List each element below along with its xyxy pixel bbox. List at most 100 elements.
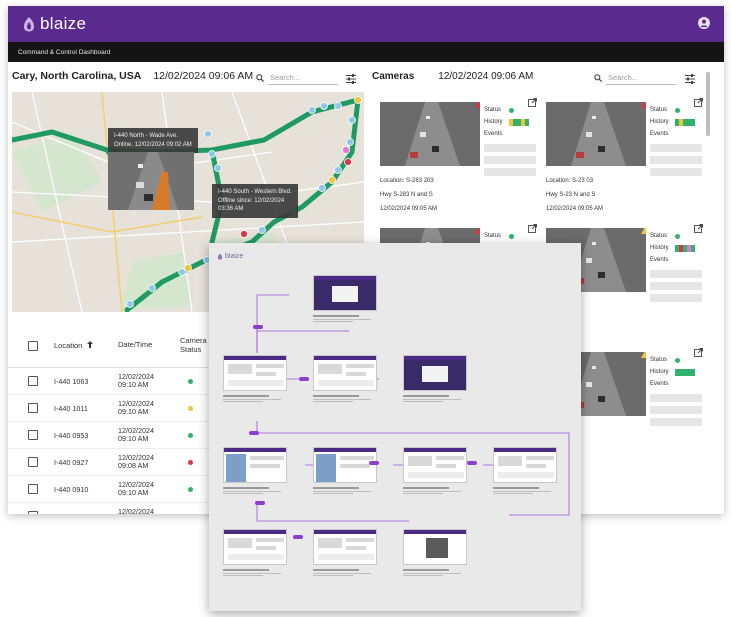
card-time: 12/02/2024 09:05 AM (546, 206, 604, 212)
open-external-icon[interactable] (528, 224, 537, 233)
blaize-logo-icon (24, 17, 34, 32)
camera-feed-image[interactable] (380, 102, 480, 166)
camera-feed-image[interactable] (546, 102, 646, 166)
filter-sliders-icon[interactable] (345, 73, 357, 85)
row-datetime: 12/02/202409:10 AM (118, 506, 154, 514)
row-location: I-440 0843 (54, 512, 118, 515)
flow-caption-lines (223, 487, 287, 494)
traffic-camera-image (108, 152, 194, 210)
row-datetime: 12/02/202409:10 AM (118, 425, 154, 443)
card-time: 12/02/2024 09:05 AM (380, 206, 438, 212)
flow-connector-label (249, 431, 259, 435)
datetime-column-header[interactable]: Date/Time (118, 341, 180, 350)
alert-icon (641, 228, 646, 234)
flow-screen-thumbnail (223, 447, 287, 483)
row-location: I-440 1011 (54, 403, 88, 413)
open-external-icon[interactable] (528, 98, 537, 107)
event-slot (650, 168, 702, 176)
status-dot (675, 107, 681, 113)
camera-info: StatusHistoryEvents (650, 230, 706, 302)
flow-connector-label (467, 461, 477, 465)
status-dot (188, 432, 193, 438)
flow-caption-lines (403, 487, 467, 494)
open-external-icon[interactable] (694, 224, 703, 233)
row-checkbox[interactable] (28, 457, 38, 467)
map-search-input[interactable]: Search... (270, 73, 300, 82)
flow-screen-thumbnail (313, 355, 377, 391)
row-checkbox[interactable] (28, 376, 38, 386)
camera-tooltip-offline: I-440 South - Western Blvd. Offline sinc… (212, 184, 298, 218)
flow-caption-lines (493, 487, 557, 494)
alert-icon (641, 352, 646, 358)
event-slot (650, 418, 702, 426)
composite-image: blaize Command & Control Dashboard Cary,… (0, 0, 731, 617)
card-road: Hwy S-283 N and S (380, 192, 433, 198)
status-dot (188, 459, 193, 465)
event-slot (484, 156, 536, 164)
user-account-icon[interactable] (698, 17, 710, 29)
row-datetime: 12/02/202409:10 AM (118, 398, 154, 416)
row-location: I-440 0953 (54, 430, 89, 440)
status-dot (509, 233, 515, 239)
status-column-header[interactable]: Camera Status (180, 336, 210, 354)
flow-screen-thumbnail (223, 529, 287, 565)
event-slot (650, 394, 702, 402)
event-slot (650, 406, 702, 414)
map-header: Cary, North Carolina, USA 12/02/2024 09:… (8, 62, 360, 90)
flow-caption-lines (313, 395, 377, 402)
cameras-scrollbar[interactable] (706, 72, 710, 136)
row-status (180, 459, 210, 465)
flow-connector-label (255, 501, 265, 505)
row-location: I-440 0927 (54, 457, 89, 467)
camera-card[interactable]: Status History Events Location: S-283 203 Hw… (380, 98, 540, 222)
row-datetime: 12/02/2024 09:08 AM (118, 452, 154, 470)
cameras-datetime: 12/02/2024 09:06 AM (438, 70, 534, 82)
map-search[interactable]: Search... (256, 73, 338, 85)
camera-tooltip-online: I-440 North - Wade Ave. Online, 12/02/20… (108, 128, 198, 153)
card-road: Hwy S-23 N and S (546, 192, 596, 198)
location-column-header[interactable]: Location (54, 341, 118, 350)
brand-name: blaize (40, 14, 87, 33)
status-dot (675, 233, 681, 239)
row-status (180, 405, 210, 411)
row-status (180, 432, 210, 438)
card-location: Location: S-283 203 (380, 178, 434, 184)
row-checkbox[interactable] (28, 403, 38, 413)
history-row: History (650, 116, 706, 128)
flow-screen-thumbnail (313, 275, 377, 311)
cameras-search-input[interactable]: Search... (608, 73, 638, 82)
row-datetime: 12/02/202409:10 AM (118, 371, 154, 389)
history-bar (674, 118, 695, 126)
row-checkbox[interactable] (28, 484, 38, 494)
events-row: Events (484, 131, 503, 137)
row-status (180, 378, 210, 384)
filter-sliders-icon[interactable] (684, 73, 696, 85)
map-camera-preview[interactable] (108, 152, 194, 210)
status-dot (188, 486, 193, 492)
camera-card[interactable]: Status History Events Location: S-23 03 Hwy … (546, 98, 706, 222)
flow-connector-label (299, 377, 309, 381)
search-icon (256, 73, 264, 82)
flow-caption-lines (403, 395, 467, 402)
brand-logo[interactable]: blaize (22, 14, 86, 34)
row-checkbox[interactable] (28, 430, 38, 440)
flow-screen-thumbnail (313, 447, 377, 483)
open-external-icon[interactable] (694, 98, 703, 107)
select-all-checkbox[interactable] (28, 340, 38, 351)
map-location: Cary, North Carolina, USA (12, 70, 142, 82)
event-slot (484, 168, 536, 176)
cameras-search[interactable]: Search... (594, 73, 676, 85)
event-slot (650, 282, 702, 290)
camera-info: StatusHistoryEvents (650, 104, 706, 176)
row-location: I-440 0910 (54, 484, 89, 494)
flow-connector-label (253, 325, 263, 329)
flow-screen-thumbnail (313, 529, 377, 565)
flow-caption-lines (223, 395, 287, 402)
alert-icon (641, 102, 646, 108)
row-checkbox[interactable] (28, 511, 38, 514)
history-bar (508, 118, 529, 126)
open-external-icon[interactable] (694, 348, 703, 357)
card-location: Location: S-23 03 (546, 178, 594, 184)
flow-screen-thumbnail (223, 355, 287, 391)
camera-info: StatusHistoryEvents (650, 354, 706, 426)
